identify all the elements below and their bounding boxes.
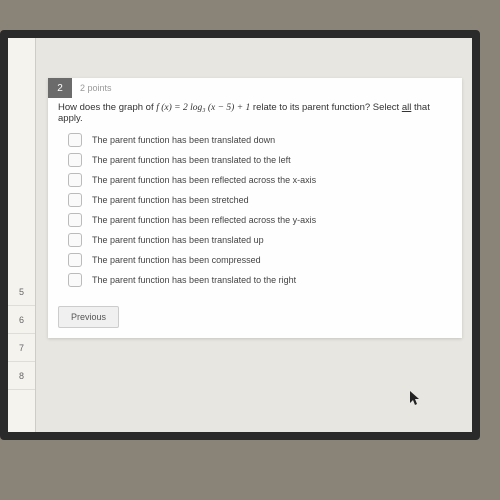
checkbox-3[interactable] [68, 193, 82, 207]
options-list: The parent function has been translated … [48, 130, 462, 298]
option-label: The parent function has been reflected a… [92, 215, 316, 225]
option-label: The parent function has been translated … [92, 235, 264, 245]
option-label: The parent function has been translated … [92, 155, 291, 165]
option-row: The parent function has been stretched [68, 190, 452, 210]
option-row: The parent function has been translated … [68, 270, 452, 290]
q-text-all: all [402, 102, 412, 113]
checkbox-6[interactable] [68, 253, 82, 267]
option-row: The parent function has been reflected a… [68, 170, 452, 190]
question-card: 2 2 points How does the graph of f (x) =… [48, 78, 462, 338]
q-formula: f (x) = 2 log₃ (x − 5) + 1 [156, 103, 250, 113]
question-sidebar: 5 6 7 8 [8, 38, 36, 432]
option-row: The parent function has been translated … [68, 130, 452, 150]
option-row: The parent function has been reflected a… [68, 210, 452, 230]
checkbox-4[interactable] [68, 213, 82, 227]
cursor-icon [410, 391, 422, 407]
checkbox-2[interactable] [68, 173, 82, 187]
sidebar-q7[interactable]: 7 [8, 334, 35, 362]
option-label: The parent function has been translated … [92, 135, 275, 145]
question-number: 2 [48, 78, 72, 98]
q-text-before: How does the graph of [58, 102, 156, 113]
option-label: The parent function has been compressed [92, 255, 261, 265]
option-label: The parent function has been translated … [92, 275, 296, 285]
sidebar-q8[interactable]: 8 [8, 362, 35, 390]
question-text: How does the graph of f (x) = 2 log₃ (x … [48, 98, 462, 130]
option-row: The parent function has been compressed [68, 250, 452, 270]
monitor-frame: 5 6 7 8 2 2 points How does the graph of… [0, 30, 480, 440]
checkbox-7[interactable] [68, 273, 82, 287]
checkbox-1[interactable] [68, 153, 82, 167]
previous-button[interactable]: Previous [58, 306, 119, 328]
sidebar-q5[interactable]: 5 [8, 278, 35, 306]
question-header: 2 2 points [48, 78, 462, 98]
checkbox-5[interactable] [68, 233, 82, 247]
checkbox-0[interactable] [68, 133, 82, 147]
option-row: The parent function has been translated … [68, 230, 452, 250]
option-label: The parent function has been stretched [92, 195, 249, 205]
option-row: The parent function has been translated … [68, 150, 452, 170]
sidebar-q6[interactable]: 6 [8, 306, 35, 334]
question-points: 2 points [80, 83, 112, 93]
option-label: The parent function has been reflected a… [92, 175, 316, 185]
screen: 5 6 7 8 2 2 points How does the graph of… [8, 38, 472, 432]
q-text-after: relate to its parent function? Select [253, 102, 402, 113]
